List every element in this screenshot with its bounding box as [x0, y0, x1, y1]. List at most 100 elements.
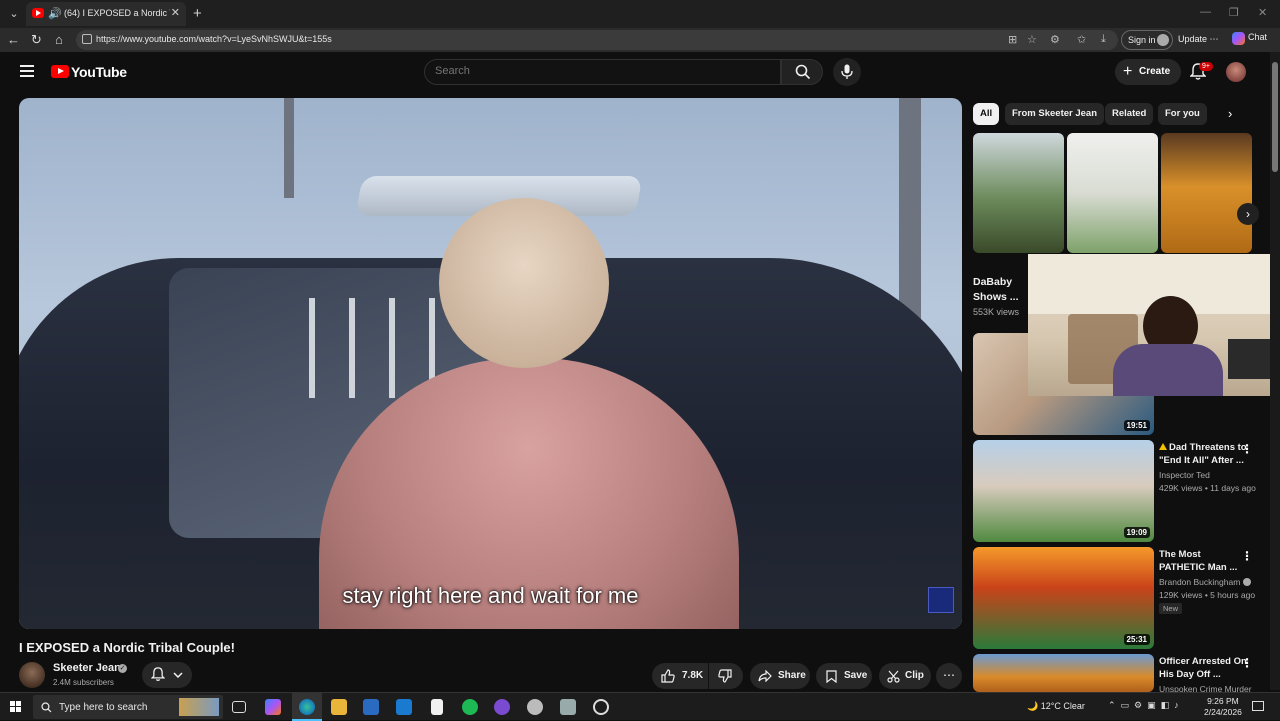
- restore-icon[interactable]: ❐: [1229, 6, 1239, 19]
- site-info-icon[interactable]: [82, 34, 92, 44]
- dislike-button[interactable]: [709, 663, 743, 689]
- obs-icon[interactable]: [593, 699, 609, 715]
- clock[interactable]: 9:26 PM 2/24/2026: [1204, 696, 1242, 718]
- new-tab-icon[interactable]: +: [193, 5, 202, 22]
- update-button[interactable]: Update ⋯: [1178, 34, 1219, 45]
- app-icon[interactable]: [560, 699, 576, 715]
- chip-for-you[interactable]: For you: [1158, 103, 1207, 125]
- chips-next-icon[interactable]: ›: [1228, 106, 1232, 121]
- youtube-logo-icon[interactable]: [51, 65, 69, 78]
- search-input[interactable]: [435, 65, 765, 77]
- short-thumbnail[interactable]: [973, 133, 1064, 253]
- home-icon[interactable]: ⌂: [55, 32, 63, 47]
- share-button[interactable]: Share: [750, 663, 810, 689]
- search-icon: [795, 64, 811, 80]
- verified-badge-icon: ✓: [118, 664, 127, 673]
- app-icon[interactable]: [527, 699, 543, 715]
- copilot-icon[interactable]: [265, 699, 281, 715]
- browser-tab[interactable]: 🔊 (64) I EXPOSED a Nordic Tribal Couple!…: [26, 2, 186, 26]
- browser-tab-strip: ⌄ 🔊 (64) I EXPOSED a Nordic Tribal Coupl…: [0, 0, 1280, 28]
- tab-close-icon[interactable]: ✕: [171, 6, 180, 19]
- update-label: Update: [1178, 34, 1208, 44]
- system-tray-icons[interactable]: ⌃▭⚙▣◧♪: [1108, 700, 1184, 711]
- chip-from-channel[interactable]: From Skeeter Jean: [1005, 103, 1105, 125]
- chip-all[interactable]: All: [973, 103, 1000, 125]
- task-view-icon[interactable]: [232, 701, 246, 713]
- copilot-chat-button[interactable]: Chat: [1232, 32, 1267, 45]
- edge-browser-icon[interactable]: [299, 699, 315, 715]
- date-text: 2/24/2026: [1204, 707, 1242, 717]
- discord-icon[interactable]: [494, 699, 510, 715]
- copilot-icon: [1232, 32, 1245, 45]
- video-player[interactable]: stay right here and wait for me: [19, 98, 962, 629]
- minimize-icon[interactable]: —: [1200, 6, 1211, 18]
- favorite-star-icon[interactable]: ☆: [1027, 33, 1037, 46]
- short-thumbnail[interactable]: [1067, 133, 1158, 253]
- shorts-next-icon[interactable]: ›: [1237, 203, 1259, 225]
- channel-avatar[interactable]: [19, 662, 45, 688]
- related-meta: 429K views • 11 days ago: [1159, 483, 1256, 493]
- mail-icon[interactable]: [396, 699, 412, 715]
- extensions-icon[interactable]: ⚙: [1050, 33, 1060, 46]
- microsoft-store-icon[interactable]: [363, 699, 379, 715]
- clip-label: Clip: [905, 670, 924, 681]
- app-available-icon[interactable]: ⊞: [1008, 33, 1017, 46]
- channel-name[interactable]: Skeeter Jean: [53, 662, 121, 674]
- scrollbar-thumb[interactable]: [1272, 62, 1278, 172]
- sign-in-button[interactable]: Sign in: [1121, 30, 1173, 50]
- related-menu-icon[interactable]: ⋮: [1241, 549, 1253, 563]
- voice-search-button[interactable]: [833, 58, 861, 86]
- youtube-logo-text[interactable]: YouTube: [71, 64, 127, 80]
- save-button[interactable]: Save: [816, 663, 872, 689]
- weather-widget[interactable]: 🌙 12°C Clear: [1027, 701, 1085, 712]
- file-explorer-icon[interactable]: [331, 699, 347, 715]
- short-thumbnail[interactable]: [1161, 133, 1252, 253]
- menu-icon[interactable]: [20, 65, 34, 77]
- chip-related[interactable]: Related: [1105, 103, 1154, 125]
- like-count: 7.8K: [682, 670, 704, 681]
- subscription-notification-button[interactable]: [142, 662, 192, 688]
- account-avatar[interactable]: [1226, 62, 1246, 82]
- speaker-icon[interactable]: 🔊: [48, 7, 62, 20]
- video-frame-head: [439, 198, 609, 368]
- search-box[interactable]: [424, 59, 781, 85]
- related-menu-icon[interactable]: ⋮: [1241, 442, 1253, 456]
- address-bar[interactable]: https://www.youtube.com/watch?v=LyeSvNhS…: [76, 30, 1118, 50]
- clip-button[interactable]: Clip: [879, 663, 931, 689]
- related-channel[interactable]: Brandon Buckingham: [1159, 577, 1251, 587]
- related-menu-icon[interactable]: ⋮: [1241, 656, 1253, 670]
- favorites-icon[interactable]: ✩: [1077, 33, 1086, 46]
- spotify-icon[interactable]: [462, 699, 478, 715]
- related-title[interactable]: The Most PATHETIC Man ...: [1159, 548, 1249, 574]
- video-duration: 25:31: [1123, 634, 1150, 645]
- channel-watermark[interactable]: [928, 587, 954, 613]
- notification-center-icon[interactable]: [1252, 701, 1264, 711]
- save-label: Save: [844, 670, 868, 681]
- reload-icon[interactable]: ↻: [31, 32, 42, 48]
- related-title[interactable]: Officer Arrested On His Day Off ...: [1159, 655, 1249, 681]
- search-button[interactable]: [781, 59, 823, 85]
- tab-actions-menu-icon[interactable]: ⌄: [6, 6, 22, 22]
- create-label: Create: [1139, 66, 1171, 77]
- related-title[interactable]: Dad Threatens to "End It All" After ...: [1159, 441, 1249, 467]
- short-title[interactable]: DaBaby Shows ...: [973, 275, 1028, 305]
- related-channel[interactable]: Unspoken Crime Murder: [1159, 684, 1252, 692]
- downloads-icon[interactable]: ⤓: [1101, 33, 1106, 46]
- bell-icon: [151, 667, 165, 681]
- related-thumbnail[interactable]: 19:09: [973, 440, 1154, 542]
- close-window-icon[interactable]: ✕: [1258, 6, 1267, 19]
- document-icon[interactable]: [431, 699, 443, 715]
- related-thumbnail[interactable]: 25:31: [973, 547, 1154, 649]
- related-channel[interactable]: Inspector Ted: [1159, 470, 1210, 480]
- like-button[interactable]: 7.8K: [652, 663, 708, 689]
- windows-start-icon[interactable]: [10, 701, 22, 713]
- verified-badge-icon: [1242, 578, 1251, 586]
- page-scrollbar[interactable]: [1270, 52, 1280, 690]
- url-text[interactable]: https://www.youtube.com/watch?v=LyeSvNhS…: [96, 34, 332, 44]
- more-actions-icon[interactable]: ⋯: [936, 663, 962, 689]
- back-icon[interactable]: ←: [7, 32, 20, 47]
- taskbar-search[interactable]: Type here to search: [33, 695, 223, 719]
- related-thumbnail[interactable]: [973, 654, 1154, 692]
- create-button[interactable]: + Create: [1115, 59, 1181, 85]
- microphone-icon: [841, 64, 853, 79]
